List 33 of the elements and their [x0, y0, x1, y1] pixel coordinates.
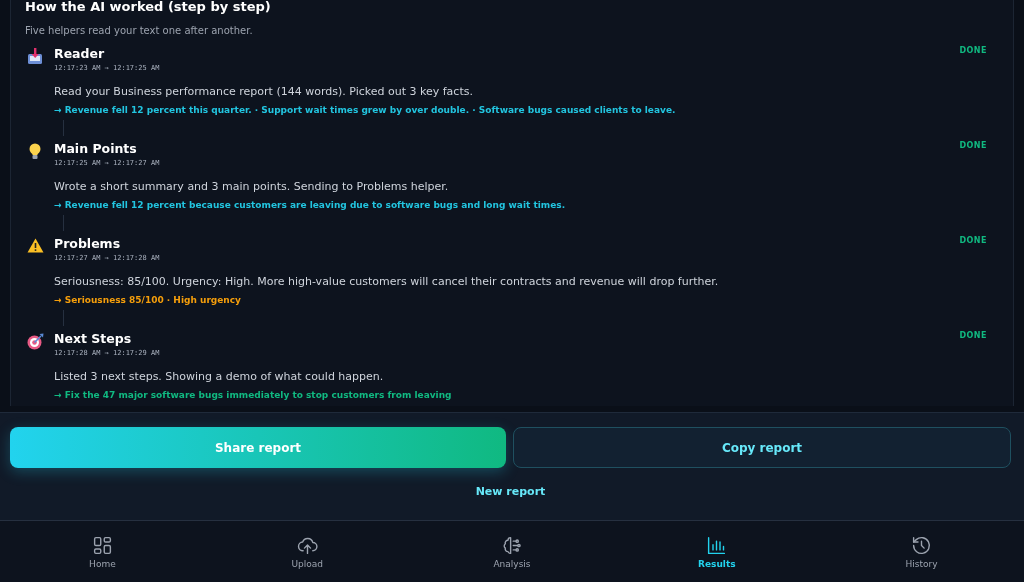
new-report-link[interactable]: New report [475, 485, 546, 498]
warning-icon [26, 238, 44, 253]
section-subtitle: Five helpers read your text one after another. [25, 25, 254, 37]
status-label: DONE [959, 331, 987, 342]
step-description: Seriousness: 85/100. Urgency: High. More high-value customers will cancel their contracts and revenue will drop further. [54, 275, 720, 289]
inbox-tray-icon [27, 48, 43, 65]
nav-tab[interactable]: Upload [204, 521, 410, 582]
status-label: DONE [959, 141, 987, 152]
nav-tab[interactable]: Results [614, 521, 820, 582]
step-name: Main Points [54, 141, 138, 157]
brain-icon [501, 534, 523, 556]
lightbulb-icon [29, 143, 41, 160]
step-result: → Revenue fell 12 percent because customers are leaving due to software bugs and long wait times. [54, 199, 567, 211]
nav-tab[interactable]: History [819, 521, 1024, 582]
bar-chart-icon [706, 534, 728, 556]
step-description: Listed 3 next steps. Showing a demo of what could happen. [54, 370, 385, 384]
step-description: Wrote a short summary and 3 main points. Sending to Problems helper. [54, 180, 450, 194]
nav-tab[interactable]: Home [0, 521, 205, 582]
step-name: Next Steps [54, 331, 133, 347]
status-label: DONE [959, 236, 987, 247]
grid-icon [91, 534, 113, 556]
section-title: How the AI worked (step by step) [25, 0, 272, 16]
status-label: DONE [959, 46, 987, 57]
step-result: → Fix the 47 major software bugs immediately to stop customers from leaving [54, 389, 453, 401]
step-description: Read your Business performance report (144 words). Picked out 3 key facts. [54, 85, 474, 99]
step-result: → Seriousness 85/100 · High urgency [54, 294, 242, 306]
target-icon [26, 333, 44, 350]
step-name: Problems [54, 236, 122, 252]
step-name: Reader [54, 46, 106, 62]
copy-report-button[interactable]: Copy report [513, 427, 1011, 468]
nav-tab[interactable]: Analysis [409, 521, 615, 582]
history-icon [911, 534, 933, 556]
step-result: → Revenue fell 12 percent this quarter. · Support wait times grew by over double. · Software bugs caused clients to leave. [54, 104, 677, 116]
